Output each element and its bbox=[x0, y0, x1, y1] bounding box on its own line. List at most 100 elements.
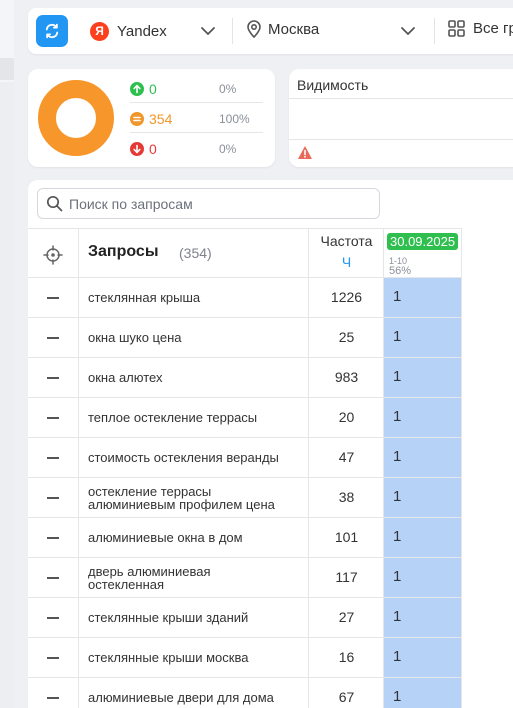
crosshair-icon[interactable] bbox=[43, 245, 63, 265]
table-row[interactable]: дверь алюминиевая остекленная 117 1 bbox=[28, 558, 462, 598]
queries-panel: Запросы (354) Частота Ч 30.09.2025 1-10 … bbox=[28, 180, 513, 708]
minus-icon[interactable] bbox=[47, 697, 59, 699]
queries-count: (354) bbox=[179, 245, 212, 261]
minus-icon[interactable] bbox=[47, 377, 59, 379]
position-cell[interactable]: 1 bbox=[383, 638, 462, 677]
frequency-cell: 983 bbox=[308, 358, 383, 397]
position-cell[interactable]: 1 bbox=[383, 518, 462, 557]
query-cell[interactable]: алюминиевые двери для дома bbox=[78, 678, 308, 708]
frequency-value: 16 bbox=[338, 649, 355, 665]
sidebar-segment bbox=[0, 58, 14, 80]
queries-column-title: Запросы bbox=[88, 243, 159, 260]
stat-up-count: 0 bbox=[149, 80, 157, 97]
location-pin-icon bbox=[247, 20, 261, 38]
query-text: стеклянные крыши москва bbox=[88, 650, 249, 665]
row-action-cell bbox=[28, 598, 78, 637]
position-value: 1 bbox=[393, 408, 402, 425]
position-cell[interactable]: 1 bbox=[383, 398, 462, 437]
query-cell[interactable]: дверь алюминиевая остекленная bbox=[78, 558, 308, 597]
filter-toolbar: Я Yandex Москва Все гр bbox=[28, 8, 513, 54]
frequency-cell: 27 bbox=[308, 598, 383, 637]
minus-icon[interactable] bbox=[47, 657, 59, 659]
frequency-type-toggle[interactable]: Ч bbox=[309, 254, 384, 270]
position-cell[interactable]: 1 bbox=[383, 678, 462, 708]
position-cell[interactable]: 1 bbox=[383, 358, 462, 397]
table-row[interactable]: стеклянные крыши зданий 27 1 bbox=[28, 598, 462, 638]
search-input[interactable] bbox=[69, 195, 369, 212]
frequency-value: 20 bbox=[338, 409, 355, 425]
search-engine-label: Yandex bbox=[117, 22, 167, 40]
table-row[interactable]: теплое остекление террасы 20 1 bbox=[28, 398, 462, 438]
frequency-value: 25 bbox=[338, 329, 355, 345]
query-text: дверь алюминиевая остекленная bbox=[88, 563, 211, 592]
chevron-down-icon[interactable] bbox=[400, 23, 416, 39]
query-cell[interactable]: стоимость остекления веранды bbox=[78, 438, 308, 477]
minus-icon[interactable] bbox=[47, 337, 59, 339]
query-cell[interactable]: стеклянная крыша bbox=[78, 278, 308, 317]
position-value: 1 bbox=[393, 488, 402, 505]
frequency-cell: 47 bbox=[308, 438, 383, 477]
minus-icon[interactable] bbox=[47, 417, 59, 419]
table-row[interactable]: остекление террасы алюминиевым профилем … bbox=[28, 478, 462, 518]
minus-icon[interactable] bbox=[47, 457, 59, 459]
minus-icon[interactable] bbox=[47, 577, 59, 579]
table-row[interactable]: окна шуко цена 25 1 bbox=[28, 318, 462, 358]
row-action-cell bbox=[28, 318, 78, 357]
date-badge[interactable]: 30.09.2025 bbox=[387, 233, 459, 250]
frequency-value: 47 bbox=[338, 449, 355, 465]
frequency-value: 38 bbox=[338, 489, 355, 505]
groups-select[interactable]: Все гр bbox=[448, 20, 513, 37]
frequency-value: 1226 bbox=[330, 289, 363, 305]
position-cell[interactable]: 1 bbox=[383, 598, 462, 637]
search-engine-select[interactable]: Я Yandex bbox=[90, 20, 167, 42]
visibility-title: Видимость bbox=[297, 77, 369, 93]
row-action-cell bbox=[28, 678, 78, 708]
table-row[interactable]: стоимость остекления веранды 47 1 bbox=[28, 438, 462, 478]
table-row[interactable]: стеклянные крыши москва 16 1 bbox=[28, 638, 462, 678]
position-cell[interactable]: 1 bbox=[383, 278, 462, 317]
position-cell[interactable]: 1 bbox=[383, 438, 462, 477]
equal-icon bbox=[130, 111, 144, 126]
query-cell[interactable]: алюминиевые окна в дом bbox=[78, 518, 308, 557]
position-cell[interactable]: 1 bbox=[383, 558, 462, 597]
query-cell[interactable]: стеклянные крыши москва bbox=[78, 638, 308, 677]
table-row[interactable]: стеклянная крыша 1226 1 bbox=[28, 278, 462, 318]
stat-same-count: 354 bbox=[149, 110, 173, 127]
region-select[interactable]: Москва bbox=[246, 20, 319, 38]
table-header: Запросы (354) Частота Ч 30.09.2025 1-10 … bbox=[28, 228, 462, 278]
table-row[interactable]: алюминиевые двери для дома 67 1 bbox=[28, 678, 462, 708]
query-cell[interactable]: окна алютех bbox=[78, 358, 308, 397]
query-text: алюминиевые двери для дома bbox=[88, 690, 274, 705]
table-row[interactable]: окна алютех 983 1 bbox=[28, 358, 462, 398]
frequency-cell: 20 bbox=[308, 398, 383, 437]
query-cell[interactable]: окна шуко цена bbox=[78, 318, 308, 357]
position-value: 1 bbox=[393, 328, 402, 345]
query-cell[interactable]: теплое остекление террасы bbox=[78, 398, 308, 437]
query-text: стеклянные крыши зданий bbox=[88, 610, 249, 625]
row-action-cell bbox=[28, 478, 78, 517]
header-cell-frequency[interactable]: Частота Ч bbox=[308, 229, 383, 278]
minus-icon[interactable] bbox=[47, 297, 59, 299]
search-box[interactable] bbox=[37, 188, 380, 219]
query-text: стеклянная крыша bbox=[88, 290, 201, 305]
chevron-down-icon[interactable] bbox=[200, 23, 216, 39]
header-cell-queries[interactable]: Запросы (354) bbox=[78, 229, 308, 278]
minus-icon[interactable] bbox=[47, 497, 59, 499]
grid-icon bbox=[448, 20, 465, 37]
table-row[interactable]: алюминиевые окна в дом 101 1 bbox=[28, 518, 462, 558]
position-cell[interactable]: 1 bbox=[383, 478, 462, 517]
minus-icon[interactable] bbox=[47, 617, 59, 619]
arrow-up-icon bbox=[130, 81, 144, 96]
query-cell[interactable]: остекление террасы алюминиевым профилем … bbox=[78, 478, 308, 517]
region-label: Москва bbox=[268, 20, 320, 38]
divider bbox=[289, 139, 513, 140]
position-value: 1 bbox=[393, 608, 402, 625]
position-cell[interactable]: 1 bbox=[383, 318, 462, 357]
query-cell[interactable]: стеклянные крыши зданий bbox=[78, 598, 308, 637]
minus-icon[interactable] bbox=[47, 537, 59, 539]
position-stats-card: 0 0% 354 100% 0 0% bbox=[28, 69, 275, 167]
refresh-button[interactable] bbox=[36, 15, 68, 47]
warning-icon[interactable] bbox=[297, 145, 313, 160]
frequency-cell: 38 bbox=[308, 478, 383, 517]
header-cell-date[interactable]: 30.09.2025 1-10 56% bbox=[383, 229, 462, 278]
